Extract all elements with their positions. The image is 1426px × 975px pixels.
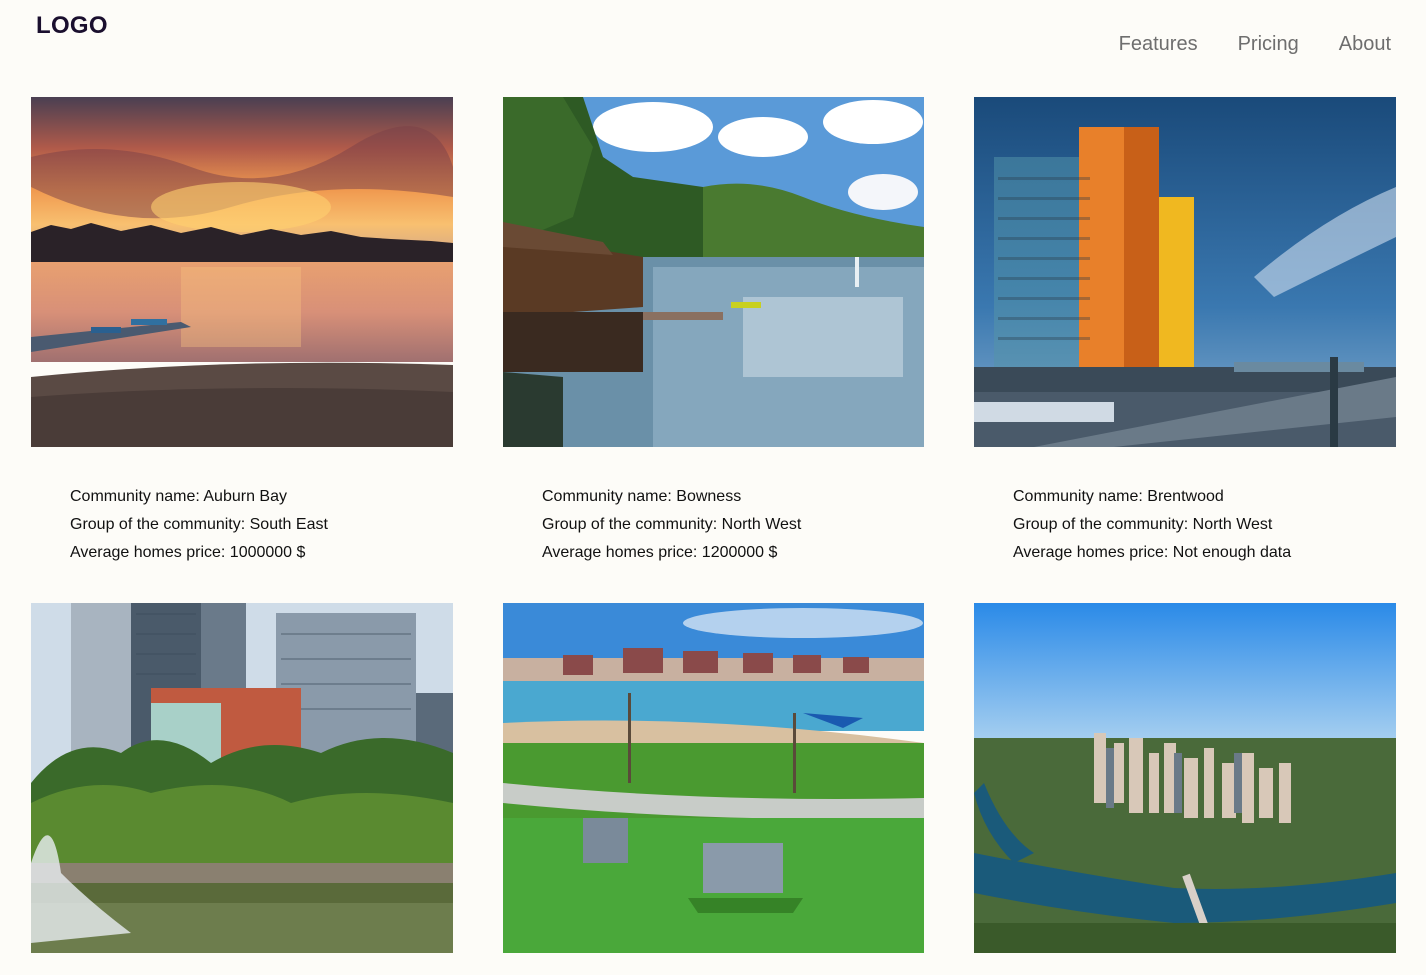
community-photo[interactable]	[31, 603, 453, 953]
main-nav: Features Pricing About	[1119, 33, 1391, 56]
community-photo[interactable]	[503, 603, 924, 953]
community-card[interactable]: Community name: Auburn Bay Group of the …	[31, 97, 453, 603]
community-photo[interactable]	[974, 603, 1396, 953]
nav-pricing[interactable]: Pricing	[1238, 33, 1299, 56]
community-card[interactable]	[31, 603, 453, 953]
community-info: Community name: Brentwood Group of the c…	[974, 447, 1396, 603]
community-price: Average homes price: Not enough data	[1013, 544, 1292, 561]
community-card[interactable]: Community name: Brentwood Group of the c…	[974, 97, 1396, 603]
community-group: Group of the community: North West	[1013, 516, 1273, 533]
community-price: Average homes price: 1000000 $	[70, 544, 306, 561]
community-name: Community name: Brentwood	[1013, 488, 1224, 505]
community-photo[interactable]	[974, 97, 1396, 447]
logo[interactable]: LOGO	[36, 12, 108, 40]
community-info: Community name: Bowness Group of the com…	[503, 447, 924, 603]
community-photo[interactable]	[503, 97, 924, 447]
community-name: Community name: Auburn Bay	[70, 488, 287, 505]
nav-features[interactable]: Features	[1119, 33, 1198, 56]
community-card[interactable]	[974, 603, 1396, 953]
community-grid: Community name: Auburn Bay Group of the …	[31, 97, 1396, 953]
nav-about[interactable]: About	[1339, 33, 1391, 56]
community-photo[interactable]	[31, 97, 453, 447]
community-info: Community name: Auburn Bay Group of the …	[31, 447, 453, 603]
community-card[interactable]: Community name: Bowness Group of the com…	[503, 97, 924, 603]
community-card[interactable]	[503, 603, 924, 953]
community-price: Average homes price: 1200000 $	[542, 544, 778, 561]
community-group: Group of the community: North West	[542, 516, 802, 533]
community-name: Community name: Bowness	[542, 488, 742, 505]
community-group: Group of the community: South East	[70, 516, 328, 533]
